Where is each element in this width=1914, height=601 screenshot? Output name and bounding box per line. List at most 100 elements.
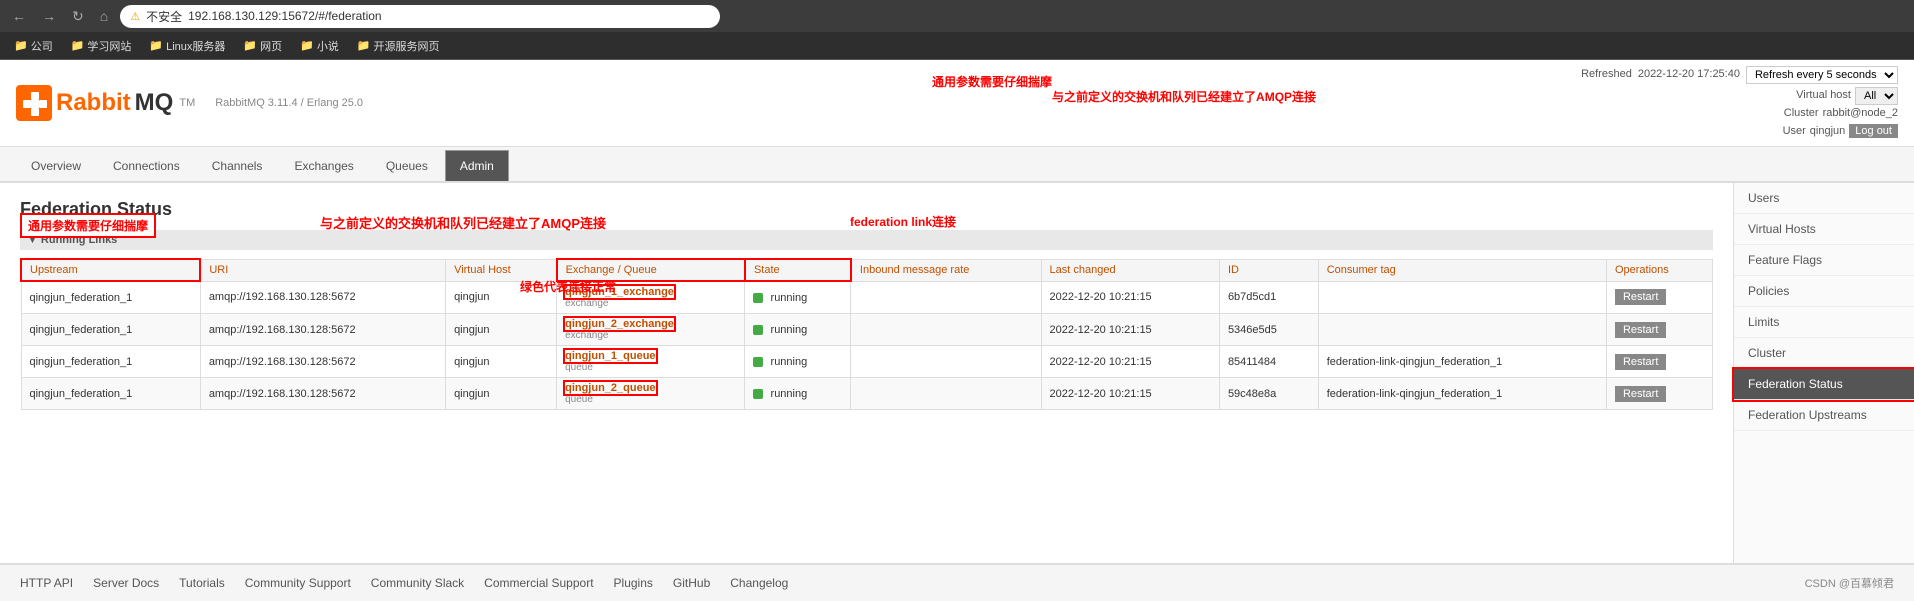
cell-exchange-queue: qingjun_1_queue queue: [557, 346, 745, 378]
cell-state: running: [745, 346, 851, 378]
th-uri: URI: [200, 259, 445, 281]
th-id: ID: [1219, 259, 1318, 281]
annotation-federation-link: federation link连接: [850, 213, 956, 230]
footer-community-slack[interactable]: Community Slack: [371, 576, 464, 590]
status-dot-icon: [753, 325, 763, 335]
nav-bar: Overview Connections Channels Exchanges …: [0, 147, 1914, 183]
sidebar-item-virtual-hosts[interactable]: Virtual Hosts: [1734, 214, 1914, 245]
footer-tutorials[interactable]: Tutorials: [179, 576, 225, 590]
folder-icon: 📁: [14, 39, 28, 52]
cluster-value: rabbit@node_2: [1823, 105, 1898, 123]
th-state: State: [745, 259, 851, 281]
nav-reload-button[interactable]: ↻: [68, 6, 88, 27]
logout-button[interactable]: Log out: [1849, 124, 1898, 138]
federation-table: Upstream URI Virtual Host Exchange / Que…: [20, 258, 1713, 410]
sidebar-item-policies[interactable]: Policies: [1734, 276, 1914, 307]
cell-consumer-tag: federation-link-qingjun_federation_1: [1318, 346, 1606, 378]
running-links-section[interactable]: ▼ Running Links: [20, 230, 1713, 250]
cluster-label: Cluster: [1784, 105, 1819, 123]
bookmark-label: Linux服务器: [166, 38, 225, 54]
state-text: running: [771, 356, 808, 368]
cluster-area: Cluster rabbit@node_2: [1581, 105, 1898, 123]
restart-button[interactable]: Restart: [1615, 289, 1666, 305]
folder-icon: 📁: [71, 39, 85, 52]
folder-icon: 📁: [300, 39, 314, 52]
nav-exchanges[interactable]: Exchanges: [279, 150, 368, 181]
refreshed-label: Refreshed: [1581, 66, 1632, 84]
nav-forward-button[interactable]: →: [38, 6, 60, 26]
sidebar: Users Virtual Hosts Feature Flags Polici…: [1734, 183, 1914, 563]
url-bar[interactable]: ⚠ 不安全 192.168.130.129:15672/#/federation: [120, 5, 720, 28]
sidebar-item-federation-upstreams[interactable]: Federation Upstreams: [1734, 400, 1914, 431]
nav-home-button[interactable]: ⌂: [96, 6, 112, 26]
cell-uri: amqp://192.168.130.128:5672: [200, 281, 445, 314]
sidebar-item-feature-flags[interactable]: Feature Flags: [1734, 245, 1914, 276]
vhost-select[interactable]: All: [1855, 87, 1898, 105]
cell-vhost: qingjun: [446, 346, 557, 378]
restart-button[interactable]: Restart: [1615, 322, 1666, 338]
footer-community-support[interactable]: Community Support: [245, 576, 351, 590]
bookmarks-bar: 📁 公司 📁 学习网站 📁 Linux服务器 📁 网页 📁 小说 📁 开源服务网…: [0, 32, 1914, 60]
table-row: qingjun_federation_1 amqp://192.168.130.…: [21, 378, 1713, 410]
bookmark-opensource[interactable]: 📁 开源服务网页: [351, 36, 446, 56]
state-text: running: [771, 388, 808, 400]
footer-copyright: CSDN @百慕倾君: [1805, 575, 1894, 591]
sidebar-item-cluster[interactable]: Cluster: [1734, 338, 1914, 369]
th-inbound: Inbound message rate: [851, 259, 1041, 281]
cell-operations: Restart: [1606, 281, 1712, 314]
cell-operations: Restart: [1606, 346, 1712, 378]
annotation-green-bubble: 绿色代表连接正常: [520, 278, 616, 295]
sidebar-item-federation-status[interactable]: Federation Status: [1734, 369, 1914, 400]
cell-upstream: qingjun_federation_1: [21, 378, 200, 410]
folder-icon: 📁: [357, 39, 371, 52]
vhost-label: Virtual host: [1796, 87, 1851, 105]
table-row: qingjun_federation_1 amqp://192.168.130.…: [21, 314, 1713, 346]
nav-back-button[interactable]: ←: [8, 6, 30, 26]
restart-button[interactable]: Restart: [1615, 386, 1666, 402]
nav-queues[interactable]: Queues: [371, 150, 443, 181]
cell-id: 5346e5d5: [1219, 314, 1318, 346]
bookmark-learning[interactable]: 📁 学习网站: [65, 36, 138, 56]
user-area: User qingjun Log out: [1581, 123, 1898, 141]
exchange-queue-name: qingjun_2_queue: [565, 382, 655, 394]
footer: HTTP API Server Docs Tutorials Community…: [0, 563, 1914, 601]
bookmark-company[interactable]: 📁 公司: [8, 36, 59, 56]
bookmark-label: 网页: [260, 38, 282, 54]
cell-inbound: [851, 378, 1041, 410]
nav-connections[interactable]: Connections: [98, 150, 195, 181]
sidebar-item-users[interactable]: Users: [1734, 183, 1914, 214]
content-area: Federation Status ▼ Running Links 通用参数需要…: [0, 183, 1734, 563]
annotation-param-bubble: 通用参数需要仔细揣摩: [20, 213, 156, 238]
nav-channels[interactable]: Channels: [197, 150, 278, 181]
cell-upstream: qingjun_federation_1: [21, 281, 200, 314]
restart-button[interactable]: Restart: [1615, 354, 1666, 370]
footer-plugins[interactable]: Plugins: [614, 576, 653, 590]
browser-chrome: ← → ↻ ⌂ ⚠ 不安全 192.168.130.129:15672/#/fe…: [0, 0, 1914, 32]
exchange-queue-type: exchange: [565, 330, 736, 341]
cell-upstream: qingjun_federation_1: [21, 314, 200, 346]
nav-overview[interactable]: Overview: [16, 150, 96, 181]
cell-operations: Restart: [1606, 378, 1712, 410]
footer-server-docs[interactable]: Server Docs: [93, 576, 159, 590]
nav-admin[interactable]: Admin: [445, 150, 509, 181]
bookmark-linux[interactable]: 📁 Linux服务器: [143, 36, 231, 56]
vhost-area: Virtual host All: [1581, 87, 1898, 105]
folder-icon: 📁: [149, 39, 163, 52]
footer-commercial-support[interactable]: Commercial Support: [484, 576, 593, 590]
logo-tm: TM: [179, 97, 195, 109]
sidebar-item-limits[interactable]: Limits: [1734, 307, 1914, 338]
footer-github[interactable]: GitHub: [673, 576, 710, 590]
bookmark-novel[interactable]: 📁 小说: [294, 36, 345, 56]
exchange-queue-type: exchange: [565, 298, 736, 309]
footer-http-api[interactable]: HTTP API: [20, 576, 73, 590]
refresh-select[interactable]: Refresh every 5 seconds Every 10 seconds…: [1746, 66, 1898, 84]
cell-consumer-tag: [1318, 281, 1606, 314]
refreshed-time: 2022-12-20 17:25:40: [1638, 66, 1740, 84]
cell-state: running: [745, 378, 851, 410]
cell-last-changed: 2022-12-20 10:21:15: [1041, 346, 1219, 378]
cell-uri: amqp://192.168.130.128:5672: [200, 346, 445, 378]
exchange-queue-name: qingjun_2_exchange: [565, 318, 674, 330]
logo-icon: [16, 85, 52, 121]
footer-changelog[interactable]: Changelog: [730, 576, 788, 590]
bookmark-webpage[interactable]: 📁 网页: [237, 36, 288, 56]
